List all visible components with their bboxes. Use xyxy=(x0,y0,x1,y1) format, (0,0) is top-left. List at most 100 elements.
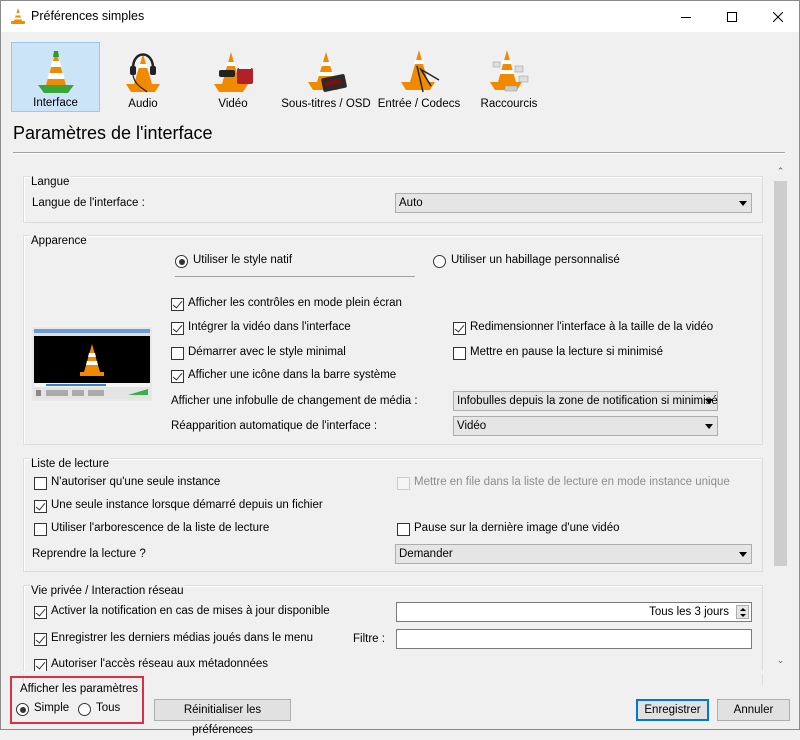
checkbox-indicator xyxy=(453,347,466,360)
category-label: Vidéo xyxy=(218,98,248,110)
category-label: Entrée / Codecs xyxy=(377,98,461,110)
select-value: Auto xyxy=(399,197,423,209)
close-icon xyxy=(773,11,783,22)
resume-playback-select[interactable]: Demander xyxy=(395,544,752,564)
scrollbar-thumb[interactable] xyxy=(774,181,787,566)
radio-indicator xyxy=(433,255,446,268)
category-label: Raccourcis xyxy=(480,98,538,110)
group-label: Vie privée / Interaction réseau xyxy=(30,585,185,597)
input-codecs-cone-icon xyxy=(401,50,440,93)
audio-cone-icon xyxy=(126,53,160,93)
select-value: Vidéo xyxy=(457,420,487,432)
interface-preview-image xyxy=(32,327,152,401)
scroll-down-icon[interactable]: ⌄ xyxy=(772,652,789,669)
native-style-radio[interactable]: Utiliser le style natif xyxy=(175,254,335,270)
media-popup-label: Afficher une infobulle de changement de … xyxy=(171,395,418,407)
category-audio[interactable]: Audio xyxy=(105,42,181,112)
radio-label: Simple xyxy=(34,702,70,714)
checkbox-label: N'autoriser qu'une seule instance xyxy=(51,476,221,488)
checkbox-label: Enregistrer les derniers médias joués da… xyxy=(51,632,314,644)
checkbox-label: Mettre en file dans la liste de lecture … xyxy=(414,476,730,488)
checkbox-indicator xyxy=(34,477,47,490)
spinbox-value: Tous les 3 jours xyxy=(649,606,729,618)
scroll-up-icon[interactable]: ⌃ xyxy=(772,163,789,180)
minimize-button[interactable] xyxy=(663,1,709,32)
window-title: Préférences simples xyxy=(31,9,145,23)
interface-language-select[interactable]: Auto xyxy=(395,193,752,213)
resize-to-video-checkbox[interactable]: Redimensionner l'interface à la taille d… xyxy=(453,321,733,337)
category-subtitles-osd[interactable]: Sous-titres / OSD xyxy=(281,42,371,112)
checkbox-indicator xyxy=(453,322,466,335)
category-input-codecs[interactable]: Entrée / Codecs xyxy=(377,42,461,112)
checkbox-indicator xyxy=(171,370,184,383)
hotkeys-cone-icon xyxy=(490,50,529,92)
radio-label: Utiliser le style natif xyxy=(193,254,293,266)
checkbox-label: Une seule instance lorsque démarré depui… xyxy=(51,499,323,511)
pause-minimized-checkbox[interactable]: Mettre en pause la lecture si minimisé xyxy=(453,346,713,362)
checkbox-indicator xyxy=(397,477,410,490)
category-hotkeys[interactable]: Raccourcis xyxy=(473,42,545,112)
chevron-down-icon xyxy=(705,399,713,404)
checkbox-indicator xyxy=(34,500,47,513)
group-label: Langue xyxy=(30,176,71,188)
close-button[interactable] xyxy=(755,1,800,32)
auto-raise-select[interactable]: Vidéo xyxy=(453,416,718,436)
media-popup-select[interactable]: Infobulles depuis la zone de notificatio… xyxy=(453,391,718,411)
category-interface[interactable]: Interface xyxy=(11,42,100,112)
checkbox-indicator xyxy=(397,523,410,536)
radio-indicator xyxy=(78,703,91,716)
checkbox-label: Pause sur la dernière image d'une vidéo xyxy=(414,522,620,534)
category-video[interactable]: Vidéo xyxy=(193,42,273,112)
style-separator xyxy=(175,276,415,277)
spinbox-arrows[interactable] xyxy=(736,605,749,619)
filter-input[interactable] xyxy=(396,629,752,649)
checkbox-indicator xyxy=(171,322,184,335)
simple-radio[interactable]: Simple xyxy=(16,702,76,718)
custom-skin-radio[interactable]: Utiliser un habillage personnalisé xyxy=(433,254,633,270)
preferences-window: Préférences simples Interface Audio Vidé… xyxy=(0,0,800,736)
chevron-down-icon xyxy=(705,424,713,429)
save-recent-media-checkbox[interactable]: Enregistrer les derniers médias joués da… xyxy=(34,632,314,648)
select-value: Infobulles depuis la zone de notificatio… xyxy=(457,395,718,407)
single-instance-checkbox[interactable]: N'autoriser qu'une seule instance xyxy=(34,476,234,492)
spin-down-icon xyxy=(739,614,746,617)
panel-title: Paramètres de l'interface xyxy=(13,123,213,143)
cancel-button[interactable]: Annuler xyxy=(717,699,790,721)
update-notification-checkbox[interactable]: Activer la notification en cas de mises … xyxy=(34,605,334,621)
systray-icon-checkbox[interactable]: Afficher une icône dans la barre système xyxy=(171,369,431,385)
checkbox-label: Activer la notification en cas de mises … xyxy=(51,605,330,617)
minimal-style-checkbox[interactable]: Démarrer avec le style minimal xyxy=(171,346,391,362)
vertical-scrollbar[interactable]: ⌃ ⌄ xyxy=(772,161,789,671)
maximize-button[interactable] xyxy=(709,1,755,32)
spin-up-icon xyxy=(739,608,746,611)
radio-label: Tous xyxy=(96,702,121,714)
interface-language-label: Langue de l'interface : xyxy=(32,197,145,209)
embed-video-checkbox[interactable]: Intégrer la vidéo dans l'interface xyxy=(171,321,411,337)
radio-label: Utiliser un habillage personnalisé xyxy=(451,254,620,266)
scrollarea-bottom-edge xyxy=(13,671,785,675)
chevron-down-icon xyxy=(739,201,747,206)
single-instance-file-checkbox[interactable]: Une seule instance lorsque démarré depui… xyxy=(34,499,324,515)
checkbox-indicator xyxy=(34,523,47,536)
playlist-tree-checkbox[interactable]: Utiliser l'arborescence de la liste de l… xyxy=(34,522,274,538)
reset-preferences-button[interactable]: Réinitialiser les préférences xyxy=(154,699,291,736)
resume-playback-label: Reprendre la lecture ? xyxy=(32,548,146,560)
category-toolbar: Interface Audio Vidéo Sous-titres / OSD … xyxy=(1,32,799,114)
fullscreen-controls-checkbox[interactable]: Afficher les contrôles en mode plein écr… xyxy=(171,297,431,313)
pause-last-frame-checkbox[interactable]: Pause sur la dernière image d'une vidéo xyxy=(397,522,620,538)
update-interval-spinbox[interactable]: Tous les 3 jours xyxy=(396,602,752,622)
checkbox-label: Afficher les contrôles en mode plein écr… xyxy=(188,297,402,309)
vlc-cone-icon xyxy=(11,8,25,24)
checkbox-indicator xyxy=(171,347,184,360)
checkbox-label: Redimensionner l'interface à la taille d… xyxy=(470,321,714,333)
video-cone-icon xyxy=(214,52,253,92)
checkbox-label: Démarrer avec le style minimal xyxy=(188,346,346,358)
checkbox-label: Afficher une icône dans la barre système xyxy=(188,369,397,381)
save-button[interactable]: Enregistrer xyxy=(636,699,709,721)
category-label: Audio xyxy=(128,98,158,110)
filter-label: Filtre : xyxy=(353,633,385,645)
checkbox-indicator xyxy=(34,633,47,646)
subtitles-cone-icon xyxy=(308,52,347,92)
checkbox-label: Mettre en pause la lecture si minimisé xyxy=(470,346,664,358)
all-radio[interactable]: Tous xyxy=(78,702,128,718)
